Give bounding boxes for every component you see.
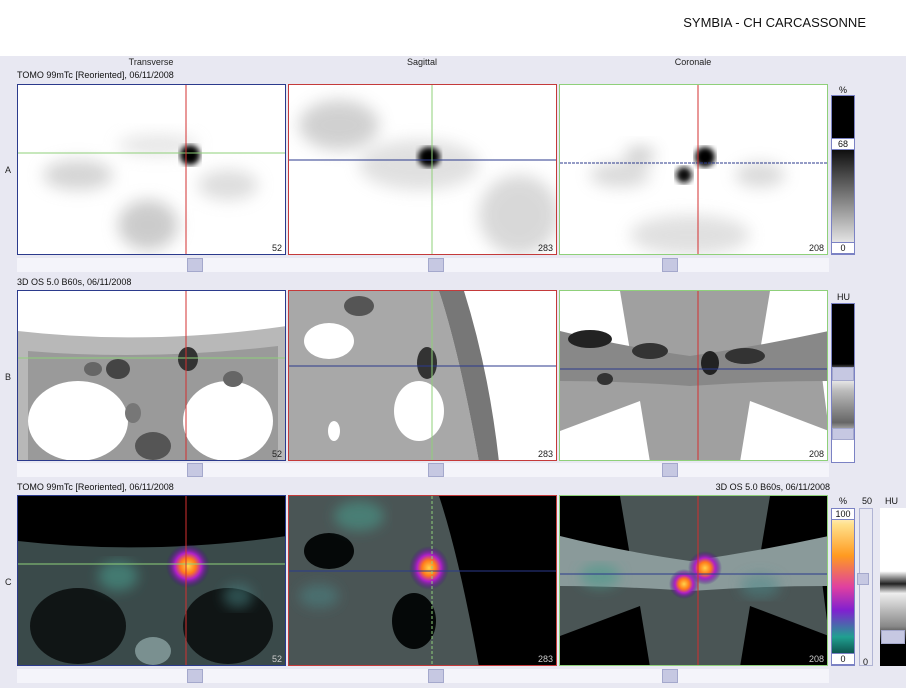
viewport-c-transverse[interactable]: 52 xyxy=(17,495,286,666)
row-label-c: C xyxy=(5,577,12,587)
scale-c-level: 50 xyxy=(862,496,873,506)
title-bar: SYMBIA - CH CARCASSONNE xyxy=(0,0,906,56)
slice-number: 52 xyxy=(271,449,282,459)
nm-sagittal-image xyxy=(289,85,556,254)
scale-a-min[interactable]: 0 xyxy=(831,242,855,254)
slice-number: 52 xyxy=(271,243,282,253)
viewport-a-coronale[interactable]: 208 xyxy=(559,84,828,255)
viewport-c-coronale[interactable]: 208 xyxy=(559,495,828,666)
fusion-transverse-image xyxy=(18,496,285,665)
column-header-coronale: Coronale xyxy=(674,57,712,67)
scale-c-max[interactable]: 100 xyxy=(831,508,855,520)
blend-slider-track[interactable] xyxy=(859,508,873,666)
window-level-c[interactable] xyxy=(881,630,905,644)
slice-slider-c-coronale[interactable] xyxy=(662,669,678,683)
row-label-a: A xyxy=(5,165,12,175)
ct-sagittal-image xyxy=(289,291,556,460)
row-a-series-info: TOMO 99mTc [Reoriented], 06/11/2008 xyxy=(17,70,174,80)
slice-slider-c-transverse[interactable] xyxy=(187,669,203,683)
row-c-series-info: TOMO 99mTc [Reoriented], 06/11/2008 xyxy=(17,482,174,492)
slice-slider-a-coronale[interactable] xyxy=(662,258,678,272)
scrollbar-row-c[interactable] xyxy=(17,669,829,683)
scale-a-unit: % xyxy=(839,85,848,95)
scale-c-level-min: 0 xyxy=(863,657,869,667)
viewport-c-sagittal[interactable]: 283 xyxy=(288,495,557,666)
fusion-sagittal-image xyxy=(289,496,556,665)
column-header-sagittal: Sagittal xyxy=(406,57,438,67)
row-b-series-info: 3D OS 5.0 B60s, 06/11/2008 xyxy=(17,277,132,287)
slice-number: 283 xyxy=(537,449,553,459)
slice-number: 208 xyxy=(808,243,824,253)
blend-slider-handle[interactable] xyxy=(857,573,869,585)
viewport-b-coronale[interactable]: 208 xyxy=(559,290,828,461)
slice-slider-a-transverse[interactable] xyxy=(187,258,203,272)
column-header-transverse: Transverse xyxy=(128,57,174,67)
window-level-upper-b[interactable] xyxy=(832,367,854,381)
slice-slider-c-sagittal[interactable] xyxy=(428,669,444,683)
slice-number: 208 xyxy=(808,449,824,459)
scale-c-min[interactable]: 0 xyxy=(831,653,855,665)
slice-slider-b-coronale[interactable] xyxy=(662,463,678,477)
colormap-fusion-c[interactable] xyxy=(831,508,855,666)
slice-number: 208 xyxy=(808,654,824,664)
viewport-b-sagittal[interactable]: 283 xyxy=(288,290,557,461)
scrollbar-row-a[interactable] xyxy=(17,258,829,272)
scrollbar-row-b[interactable] xyxy=(17,463,829,477)
scale-c-unit-hu: HU xyxy=(885,496,898,506)
viewport-a-sagittal[interactable]: 283 xyxy=(288,84,557,255)
viewport-a-transverse[interactable]: 52 xyxy=(17,84,286,255)
viewport-b-transverse[interactable]: 52 xyxy=(17,290,286,461)
app-title: SYMBIA - CH CARCASSONNE xyxy=(683,15,866,30)
row-label-b: B xyxy=(5,372,12,382)
ct-transverse-image xyxy=(18,291,285,460)
slice-slider-b-sagittal[interactable] xyxy=(428,463,444,477)
scale-b-unit: HU xyxy=(837,292,850,302)
ct-coronal-image xyxy=(560,291,827,460)
slice-slider-b-transverse[interactable] xyxy=(187,463,203,477)
colormap-gray-a[interactable] xyxy=(831,95,855,255)
slice-number: 52 xyxy=(271,654,282,664)
fusion-coronal-image xyxy=(560,496,827,665)
nm-transverse-image xyxy=(18,85,285,254)
slice-slider-a-sagittal[interactable] xyxy=(428,258,444,272)
scale-c-unit: % xyxy=(839,496,848,506)
scale-a-value[interactable]: 68 xyxy=(831,138,855,150)
slice-number: 283 xyxy=(537,243,553,253)
window-level-lower-b[interactable] xyxy=(832,428,854,440)
nm-coronal-image xyxy=(560,85,827,254)
slice-number: 283 xyxy=(537,654,553,664)
row-c-ct-series-info: 3D OS 5.0 B60s, 06/11/2008 xyxy=(715,482,830,492)
